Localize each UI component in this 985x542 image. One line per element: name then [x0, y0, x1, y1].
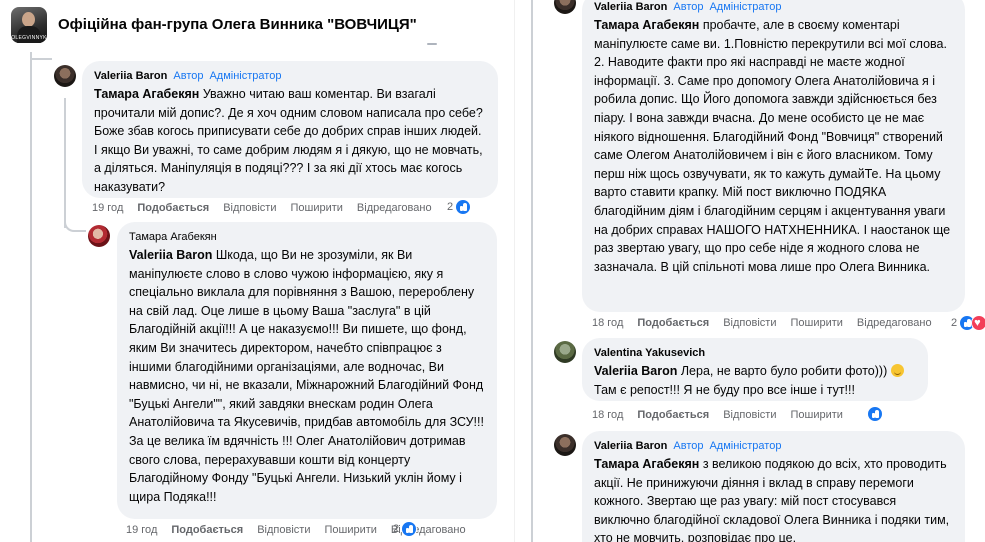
comment-body: пробачте, але в своєму коментарі маніпул… [594, 18, 951, 274]
share-button[interactable]: Поширити [290, 200, 342, 216]
like-reaction-icon [455, 199, 472, 215]
thread-line [30, 52, 32, 542]
comment-author[interactable]: Valeriia Baron [594, 440, 667, 452]
comment-text: Valeriia Baron Шкода, що Ви не зрозуміли… [129, 246, 485, 506]
reaction-summary[interactable] [867, 406, 883, 422]
like-button[interactable]: Подобається [137, 200, 209, 216]
avatar[interactable] [54, 65, 76, 87]
comment-actions: 18 год Подобається Відповісти Поширити [592, 407, 857, 423]
admin-badge: Адміністратор [709, 1, 782, 13]
share-button[interactable]: Поширити [790, 315, 842, 331]
group-avatar-text: OLEGVINNYK [11, 35, 47, 41]
like-reaction-icon [401, 521, 418, 537]
author-badge: Автор [673, 440, 704, 452]
left-comments-panel: OLEGVINNYK Офіційна фан-група Олега Винн… [0, 0, 514, 542]
smiley-emoji-icon [890, 364, 904, 377]
group-avatar[interactable]: OLEGVINNYK [11, 7, 47, 43]
comment-bubble: Valentina Yakusevich Valeriia Baron Лера… [582, 338, 928, 401]
admin-badge: Адміністратор [709, 440, 782, 452]
comment-bubble: Тамара Агабекян Valeriia Baron Шкода, що… [117, 222, 497, 519]
comment-bubble: Valeriia Baron Автор Адміністратор Тамара … [582, 431, 965, 542]
thread-line [30, 58, 52, 60]
comment-time[interactable]: 19 год [92, 200, 123, 216]
comment-body: Лера, не варто було робити фото))) [677, 364, 888, 378]
avatar[interactable] [88, 225, 110, 247]
edited-label: Відредаговано [356, 202, 432, 214]
author-badge: Автор [173, 70, 204, 82]
reply-button[interactable]: Відповісти [723, 407, 776, 423]
comment-author[interactable]: Тамара Агабекян [129, 231, 217, 243]
comment-actions: 19 год Подобається Відповісти Поширити Відре… [92, 200, 446, 216]
reaction-summary[interactable]: 2 [951, 315, 985, 331]
like-button[interactable]: Подобається [637, 407, 709, 423]
collapse-chevron-icon [427, 43, 437, 49]
share-button[interactable]: Поширити [790, 407, 842, 423]
comment-text: Тамара Агабекян Уважно читаю ваш комента… [94, 85, 486, 197]
comment-body: Уважно читаю ваш коментар. Ви взагалі пр… [94, 87, 483, 194]
edited-label: Відредаговано [856, 317, 932, 329]
reply-button[interactable]: Відповісти [223, 200, 276, 216]
admin-badge: Адміністратор [209, 70, 282, 82]
avatar[interactable] [554, 341, 576, 363]
group-avatar-face [22, 12, 35, 27]
mention-link[interactable]: Valeriia Baron [594, 364, 677, 378]
comment-actions: 18 год Подобається Відповісти Поширити Відре… [592, 315, 946, 331]
avatar[interactable] [554, 434, 576, 456]
mention-link[interactable]: Valeriia Baron [129, 248, 212, 262]
reaction-count: 2 [951, 317, 958, 329]
comment-time[interactable]: 19 год [126, 522, 157, 538]
reaction-count: 2 [447, 201, 454, 213]
like-button[interactable]: Подобається [171, 522, 243, 538]
comment-time[interactable]: 18 год [592, 315, 623, 331]
comment-author[interactable]: Valeriia Baron [594, 1, 667, 13]
mention-link[interactable]: Тамара Агабекян [594, 457, 699, 471]
love-reaction-icon [971, 315, 985, 331]
group-header: OLEGVINNYK Офіційна фан-група Олега Винн… [0, 0, 514, 52]
thread-line [64, 218, 86, 232]
comment-author[interactable]: Valeriia Baron [94, 70, 167, 82]
group-title[interactable]: Офіційна фан-група Олега Винника "ВОВЧИЦ… [58, 16, 417, 33]
comment-bubble: Valeriia Baron Автор Адміністратор Тамара … [582, 0, 965, 312]
avatar[interactable] [554, 0, 576, 14]
like-button[interactable]: Подобається [637, 315, 709, 331]
mention-link[interactable]: Тамара Агабекян [94, 87, 199, 101]
comment-author[interactable]: Valentina Yakusevich [594, 347, 705, 359]
share-button[interactable]: Поширити [324, 522, 376, 538]
thread-line [64, 98, 66, 228]
comment-actions: 19 год Подобається Відповісти Поширити Відре… [126, 522, 480, 538]
reaction-count: 2 [393, 523, 400, 535]
thread-line [531, 0, 533, 542]
author-badge: Автор [673, 1, 704, 13]
comment-body: Шкода, що Ви не зрозуміли, як Ви маніпул… [129, 248, 484, 504]
reaction-summary[interactable]: 2 [447, 199, 472, 215]
reaction-summary[interactable]: 2 [393, 521, 418, 537]
comment-text: Тамара Агабекян з великою подякою до всі… [594, 455, 953, 542]
mention-link[interactable]: Тамара Агабекян [594, 18, 699, 32]
comment-body-line2: Там є репост!!! Я не буду про все інше і… [594, 382, 855, 397]
reply-button[interactable]: Відповісти [257, 522, 310, 538]
comment-bubble: Valeriia Baron Автор Адміністратор Тамара … [82, 61, 498, 198]
comment-text: Тамара Агабекян пробачте, але в своєму к… [594, 16, 953, 276]
comment-time[interactable]: 18 год [592, 407, 623, 423]
comment-text: Valeriia Baron Лера, не варто було робит… [594, 362, 916, 399]
like-reaction-icon [867, 406, 883, 422]
right-comments-panel: Valeriia Baron Автор Адміністратор Тамара … [514, 0, 985, 542]
reply-button[interactable]: Відповісти [723, 315, 776, 331]
